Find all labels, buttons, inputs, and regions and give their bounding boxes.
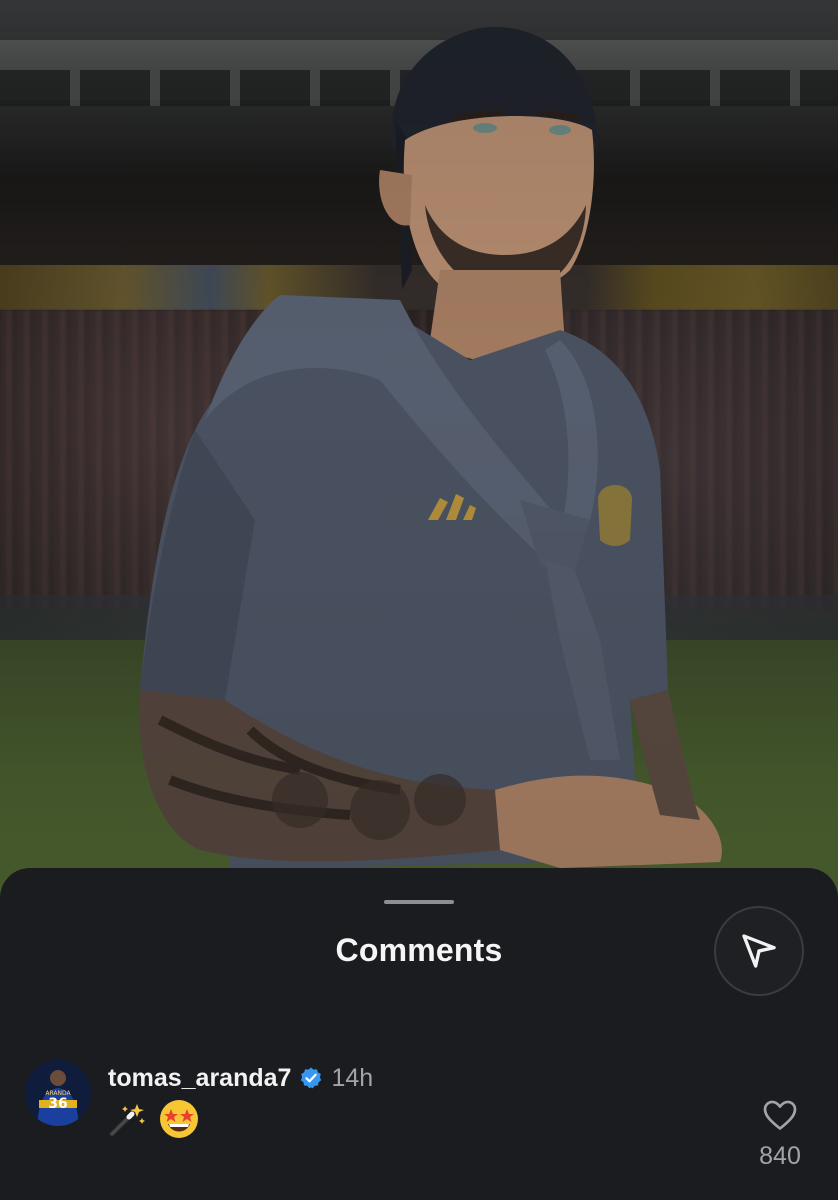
magic-wand-emoji	[109, 1104, 145, 1137]
like-count: 840	[759, 1142, 801, 1170]
send-paper-plane-icon	[742, 934, 776, 968]
verified-badge-icon	[299, 1066, 323, 1090]
avatar[interactable]: ARANDA 36	[25, 1060, 91, 1126]
heart-outline-icon[interactable]	[762, 1098, 798, 1132]
comment-username[interactable]: tomas_aranda7	[108, 1064, 291, 1093]
post-photo	[0, 0, 838, 900]
like-control: 840	[744, 1098, 816, 1171]
photo-overlay	[0, 0, 838, 900]
comments-sheet: Comments ARANDA 36 tomas_aranda7 14h 840	[0, 868, 838, 1200]
share-button[interactable]	[714, 906, 804, 996]
comment-text	[106, 1098, 200, 1140]
avatar-jersey-number: 36	[48, 1096, 67, 1112]
sheet-title: Comments	[335, 932, 503, 968]
star-struck-emoji	[160, 1100, 198, 1138]
comment-timestamp: 14h	[331, 1063, 374, 1092]
avatar-image: ARANDA 36	[25, 1060, 91, 1126]
comment-header: tomas_aranda7 14h	[108, 1062, 373, 1094]
comment-item: ARANDA 36 tomas_aranda7 14h 840	[0, 1058, 838, 1198]
drag-handle[interactable]	[384, 900, 454, 904]
screen: Comments ARANDA 36 tomas_aranda7 14h 840	[0, 0, 838, 1200]
